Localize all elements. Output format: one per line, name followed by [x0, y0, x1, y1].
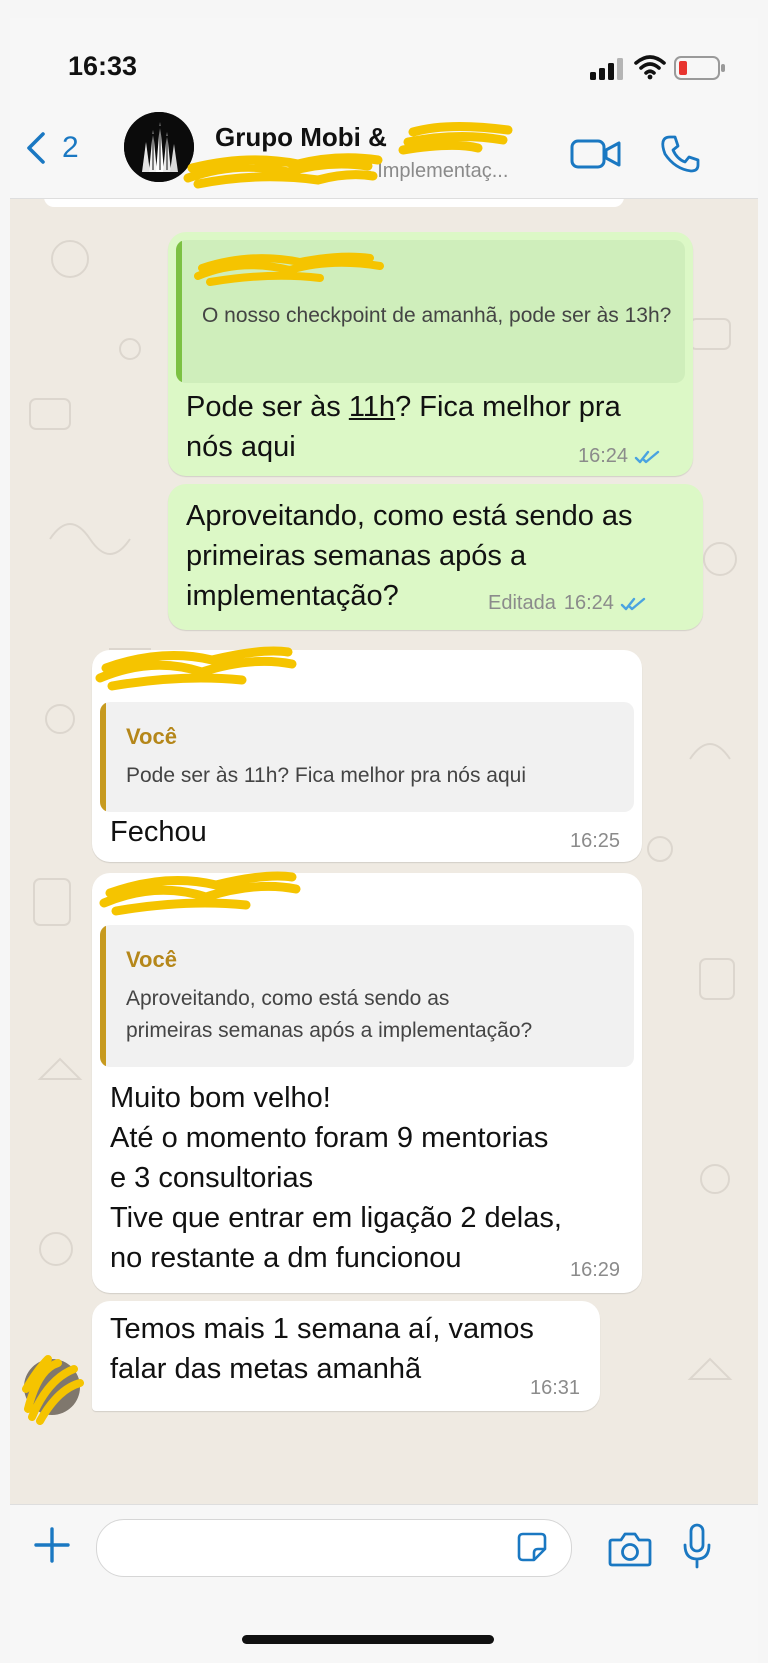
quoted-message[interactable]: Você Pode ser às 11h? Fica melhor pra nó… — [100, 702, 634, 812]
message-text: Temos mais 1 semana aí, vamos falar das … — [110, 1309, 534, 1389]
quoted-text: O nosso checkpoint de amanhã, pode ser à… — [202, 304, 672, 327]
voice-call-button[interactable] — [660, 134, 700, 174]
quoted-text-line: primeiras semanas após a implementação? — [126, 1019, 533, 1042]
message-line: Até o momento foram 9 mentorias — [110, 1122, 549, 1154]
message-input[interactable] — [96, 1519, 572, 1577]
home-indicator[interactable] — [242, 1635, 494, 1644]
message-meta: 16:24 — [578, 445, 662, 468]
incoming-message[interactable]: Você Pode ser às 11h? Fica melhor pra nó… — [92, 646, 642, 862]
whatsapp-screen: 16:33 2 Grupo Mobi & - Implementaç... O … — [10, 18, 758, 1663]
status-time: 16:33 — [68, 51, 138, 81]
video-call-button[interactable] — [570, 138, 622, 170]
message-line: Tive que entrar em ligação 2 delas, — [110, 1202, 562, 1234]
incoming-message[interactable]: Você Aproveitando, como está sendo as pr… — [92, 871, 642, 1293]
message-text: Fechou — [110, 816, 207, 848]
sticker-button[interactable] — [517, 1532, 547, 1562]
camera-button[interactable] — [608, 1531, 652, 1567]
message-meta: Editada 16:24 — [488, 592, 648, 615]
wifi-icon — [634, 55, 666, 80]
message-line: Muito bom velho! — [110, 1082, 331, 1114]
quoted-author: Você — [126, 724, 177, 749]
battery-low-icon — [674, 56, 725, 80]
message-time: 16:24 — [578, 445, 629, 467]
message-time: 16:24 — [563, 592, 614, 614]
edited-label: Editada — [488, 592, 556, 614]
redaction-scribble — [22, 1355, 84, 1425]
back-button[interactable]: 2 — [24, 128, 84, 168]
quoted-message[interactable]: O nosso checkpoint de amanhã, pode ser à… — [176, 240, 685, 383]
time-link[interactable]: 11h — [349, 391, 395, 423]
unread-count: 2 — [62, 131, 79, 164]
redaction-scribble — [95, 646, 297, 691]
status-bar: 16:33 — [10, 18, 758, 98]
previous-message-edge — [44, 199, 624, 207]
quote-bar — [100, 702, 106, 812]
message-time: 16:25 — [570, 830, 621, 852]
message-meta: 16:25 — [570, 830, 620, 853]
outgoing-message[interactable]: Aproveitando, como está sendo as primeir… — [168, 484, 703, 630]
message-meta: 16:29 — [570, 1259, 620, 1282]
message-time: 16:31 — [530, 1377, 581, 1399]
redaction-scribble — [194, 252, 384, 286]
redaction-scribble — [183, 121, 513, 189]
message-composer — [10, 1504, 758, 1663]
message-text: Muito bom velho! Até o momento foram 9 m… — [110, 1078, 562, 1278]
message-time: 16:29 — [570, 1259, 621, 1281]
message-line: no restante a dm funcionou — [110, 1242, 462, 1274]
message-line: Temos mais 1 semana aí, vamos — [110, 1313, 534, 1345]
message-meta: 16:31 — [530, 1377, 580, 1400]
incoming-message[interactable]: Temos mais 1 semana aí, vamos falar das … — [92, 1301, 600, 1411]
quoted-message[interactable]: Você Aproveitando, como está sendo as pr… — [100, 925, 634, 1067]
message-line: e 3 consultorias — [110, 1162, 314, 1194]
microphone-button[interactable] — [682, 1523, 712, 1569]
cellular-signal-icon — [590, 58, 623, 80]
quoted-author: Você — [126, 947, 177, 972]
quoted-text-line: Aproveitando, como está sendo as — [126, 987, 450, 1010]
chevron-left-icon — [27, 132, 45, 164]
redaction-scribble — [99, 871, 301, 916]
chat-header: 2 Grupo Mobi & - Implementaç... — [10, 98, 758, 199]
double-check-read-icon — [620, 597, 646, 610]
attach-plus-button[interactable] — [32, 1525, 72, 1565]
quote-bar — [176, 240, 182, 383]
double-check-read-icon — [634, 450, 660, 463]
quoted-text: Pode ser às 11h? Fica melhor pra nós aqu… — [126, 764, 527, 787]
quote-bar — [100, 925, 106, 1067]
message-line: falar das metas amanhã — [110, 1353, 422, 1385]
outgoing-message[interactable]: O nosso checkpoint de amanhã, pode ser à… — [168, 232, 693, 476]
message-list[interactable]: O nosso checkpoint de amanhã, pode ser à… — [10, 199, 758, 1504]
